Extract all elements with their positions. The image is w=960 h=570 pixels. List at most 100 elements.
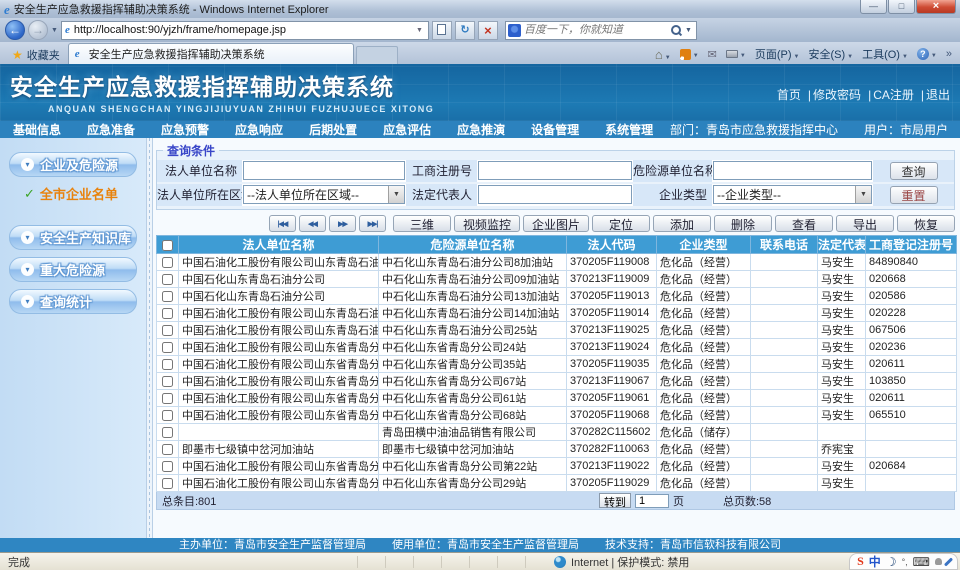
table-row[interactable]: 中国石油化工股份有限公司山东省青岛分公司 中石化山东省青岛分公司68站 3702… [157, 407, 957, 424]
address-dropdown-icon[interactable]: ▼ [414, 27, 425, 34]
nav-menu-item[interactable]: 后期处置 [296, 121, 370, 138]
legal-name-input[interactable] [243, 161, 405, 180]
action-button[interactable]: 导出 [836, 215, 894, 232]
sidebar-group-enterprises-hazards[interactable]: ▾ 企业及危险源 [9, 152, 137, 177]
sidebar-item-citywide-enterprise-list[interactable]: ✓ 全市企业名单 [24, 184, 146, 203]
search-input[interactable] [524, 24, 670, 36]
row-checkbox[interactable] [162, 257, 173, 268]
maximize-button[interactable]: □ [888, 0, 915, 14]
address-bar[interactable]: e http://localhost:90/yjzh/frame/homepag… [61, 21, 429, 40]
table-row[interactable]: 中国石油化工股份有限公司山东省青岛分公司 中石化山东省青岛分公司35站 3702… [157, 356, 957, 373]
header-link[interactable]: CA注册 [861, 88, 914, 102]
active-tab[interactable]: e 安全生产应急救援指挥辅助决策系统 [68, 43, 354, 64]
pager-nav-button[interactable]: ◀◀ [299, 215, 326, 232]
search-dropdown-icon[interactable]: ▼ [683, 27, 694, 34]
hazard-name-input[interactable] [713, 161, 872, 180]
reset-button[interactable]: 重置 [890, 186, 938, 204]
nav-menu-item[interactable]: 应急准备 [74, 121, 148, 138]
nav-menu-item[interactable]: 应急评估 [370, 121, 444, 138]
sidebar-group-safety-knowledge[interactable]: ▾ 安全生产知识库 [9, 225, 137, 250]
goto-page-button[interactable]: 转到 [599, 493, 631, 508]
table-row[interactable]: 中国石化山东青岛石油分公司 中石化山东青岛石油分公司09加油站 370213F1… [157, 271, 957, 288]
action-button[interactable]: 恢复 [897, 215, 955, 232]
select-arrow-icon[interactable]: ▼ [855, 186, 871, 203]
table-row[interactable]: 中国石油化工股份有限公司山东省青岛分公司 中石化山东省青岛分公司第22站 370… [157, 458, 957, 475]
action-button[interactable]: 三维 [393, 215, 451, 232]
nav-menu-item[interactable]: 系统管理 [592, 121, 666, 138]
row-checkbox[interactable] [162, 308, 173, 319]
row-checkbox[interactable] [162, 376, 173, 387]
new-tab-stub[interactable] [356, 46, 398, 64]
nav-menu-item[interactable]: 应急响应 [222, 121, 296, 138]
compatibility-view-button[interactable] [432, 21, 452, 40]
table-row[interactable]: 中国石油化工股份有限公司山东青岛石油分公司 中石化山东青岛石油分公司8加油站 3… [157, 254, 957, 271]
row-checkbox[interactable] [162, 393, 173, 404]
pager-nav-button[interactable]: ▶▶| [359, 215, 386, 232]
nav-menu-item[interactable]: 设备管理 [518, 121, 592, 138]
feeds-button[interactable]: ▼ [680, 48, 699, 60]
table-row[interactable]: 中国石油化工股份有限公司山东省青岛分公司 中石化山东省青岛分公司61站 3702… [157, 390, 957, 407]
row-checkbox[interactable] [162, 359, 173, 370]
favorites-button[interactable]: ★ 收藏夹 [4, 45, 68, 64]
search-icon[interactable] [670, 24, 683, 37]
region-select[interactable]: --法人单位所在区域-- ▼ [243, 185, 405, 204]
mail-button[interactable]: ✉ [708, 48, 717, 61]
table-row[interactable]: 中国石化山东青岛石油分公司 中石化山东青岛石油分公司13加油站 370205F1… [157, 288, 957, 305]
safety-menu-button[interactable]: 安全(S)▼ [808, 46, 853, 62]
select-arrow-icon[interactable]: ▼ [388, 186, 404, 203]
nav-menu-item[interactable]: 应急推演 [444, 121, 518, 138]
row-checkbox[interactable] [162, 427, 173, 438]
reg-no-input[interactable] [478, 161, 632, 180]
sidebar-splitter[interactable] [146, 138, 153, 538]
action-button[interactable]: 企业图片 [523, 215, 589, 232]
table-row[interactable]: 中国石油化工股份有限公司山东青岛石油分公司 中石化山东青岛石油分公司14加油站 … [157, 305, 957, 322]
home-button[interactable]: ⌂▼ [655, 47, 671, 62]
table-row[interactable]: 中国石油化工股份有限公司山东省青岛分公司 中石化山东省青岛分公司67站 3702… [157, 373, 957, 390]
sidebar-group-query-statistics[interactable]: ▾ 查询统计 [9, 289, 137, 314]
representative-input[interactable] [478, 185, 632, 204]
action-button[interactable]: 视频监控 [454, 215, 520, 232]
tools-menu-button[interactable]: 工具(O)▼ [862, 46, 908, 62]
row-checkbox[interactable] [162, 444, 173, 455]
header-link[interactable]: 退出 [914, 88, 950, 102]
row-checkbox[interactable] [162, 478, 173, 489]
row-checkbox[interactable] [162, 461, 173, 472]
select-all-checkbox[interactable] [162, 240, 173, 251]
header-link[interactable]: 首页 [777, 88, 801, 102]
sogou-ime-icon[interactable]: S [857, 554, 864, 569]
punctuation-mode-icon[interactable]: °, [902, 557, 908, 567]
row-checkbox[interactable] [162, 342, 173, 353]
back-button[interactable]: ← [5, 20, 25, 40]
settings-wrench-icon[interactable] [944, 557, 953, 566]
pager-nav-button[interactable]: ▶▶ [329, 215, 356, 232]
refresh-button[interactable]: ↻ [455, 21, 475, 40]
recent-pages-dropdown-icon[interactable]: ▼ [51, 27, 58, 34]
help-button[interactable]: ?▼ [917, 48, 937, 60]
keyboard-icon[interactable]: ⌨ [913, 555, 930, 569]
row-checkbox[interactable] [162, 274, 173, 285]
page-menu-button[interactable]: 页面(P)▼ [755, 46, 800, 62]
table-row[interactable]: 青岛田横中油油品销售有限公司 370282C115602 危化品（储存） [157, 424, 957, 441]
header-link[interactable]: 修改密码 [801, 88, 861, 102]
row-checkbox[interactable] [162, 410, 173, 421]
action-button[interactable]: 定位 [592, 215, 650, 232]
row-checkbox[interactable] [162, 291, 173, 302]
action-button[interactable]: 添加 [653, 215, 711, 232]
table-row[interactable]: 即墨市七级镇中岔河加油站 即墨市七级镇中岔河加油站 370282F110063 … [157, 441, 957, 458]
print-button[interactable]: ▼ [726, 48, 746, 60]
nav-menu-item[interactable]: 应急预警 [148, 121, 222, 138]
close-button[interactable]: × [916, 0, 956, 14]
action-button[interactable]: 删除 [714, 215, 772, 232]
sidebar-group-major-hazards[interactable]: ▾ 重大危险源 [9, 257, 137, 282]
query-button[interactable]: 查询 [890, 162, 938, 180]
table-row[interactable]: 中国石油化工股份有限公司山东省青岛分公司 中石化山东省青岛分公司24站 3702… [157, 339, 957, 356]
enterprise-type-select[interactable]: --企业类型-- ▼ [713, 185, 872, 204]
chinese-mode-icon[interactable]: 中 [869, 553, 881, 570]
page-number-input[interactable] [635, 494, 669, 508]
action-button[interactable]: 查看 [775, 215, 833, 232]
fullwidth-mode-icon[interactable]: ☽ [886, 555, 897, 569]
table-row[interactable]: 中国石油化工股份有限公司山东省青岛分公司 中石化山东省青岛分公司29站 3702… [157, 475, 957, 492]
pager-nav-button[interactable]: |◀◀ [269, 215, 296, 232]
forward-button[interactable]: → [28, 20, 48, 40]
overflow-chevron-icon[interactable]: » [946, 48, 952, 60]
